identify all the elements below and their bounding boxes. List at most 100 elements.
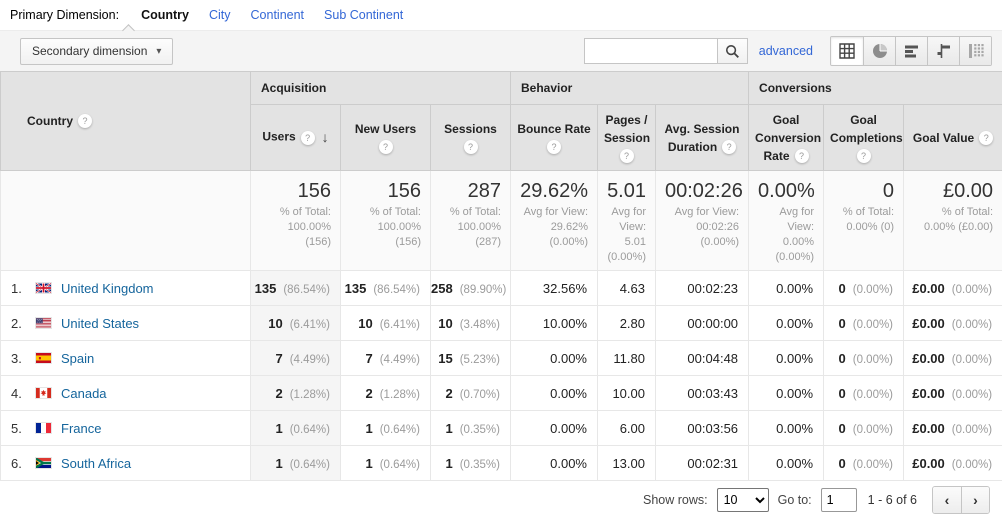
sessions-cell: 1(0.35%) — [431, 411, 511, 446]
help-icon[interactable]: ? — [78, 114, 92, 128]
users-cell: 7(4.49%) — [251, 341, 341, 376]
help-icon[interactable]: ? — [857, 149, 871, 163]
new-users-cell: 1(0.64%) — [341, 411, 431, 446]
tab-continent[interactable]: Continent — [251, 8, 305, 22]
bounce-rate-cell: 10.00% — [511, 306, 598, 341]
pivot-view-button[interactable] — [959, 37, 991, 65]
bounce-rate-cell: 32.56% — [511, 271, 598, 306]
row-rank: 4. — [11, 386, 35, 401]
column-header-goal-value[interactable]: Goal Value? — [904, 105, 1002, 171]
users-cell: 1(0.64%) — [251, 446, 341, 481]
country-link[interactable]: France — [61, 421, 101, 436]
goal-value-cell: £0.00(0.00%) — [904, 446, 1002, 481]
caret-down-icon: ▾ — [156, 46, 161, 57]
users-cell: 1(0.64%) — [251, 411, 341, 446]
pages-session-cell: 10.00 — [598, 376, 656, 411]
country-cell: 5.France — [1, 411, 251, 446]
avg-duration-cell: 00:04:48 — [656, 341, 749, 376]
column-header-country[interactable]: Country? — [1, 72, 251, 171]
show-rows-select[interactable]: 10 — [717, 488, 769, 512]
goal-conv-rate-cell: 0.00% — [749, 376, 824, 411]
percentage-view-button[interactable] — [863, 37, 895, 65]
country-link[interactable]: United States — [61, 316, 139, 331]
group-header-acquisition: Acquisition — [251, 72, 511, 105]
pager: ‹ › — [932, 486, 990, 514]
primary-dimension-bar: Primary Dimension: Country City Continen… — [0, 0, 1002, 30]
comparison-view-button[interactable] — [927, 37, 959, 65]
help-icon[interactable]: ? — [464, 140, 478, 154]
gb-flag-icon — [35, 282, 52, 294]
help-icon[interactable]: ? — [979, 131, 993, 145]
goal-value-cell: £0.00(0.00%) — [904, 306, 1002, 341]
users-cell: 10(6.41%) — [251, 306, 341, 341]
performance-view-button[interactable] — [895, 37, 927, 65]
comparison-icon — [936, 43, 952, 59]
secondary-dimension-label: Secondary dimension — [32, 44, 147, 58]
bounce-rate-cell: 0.00% — [511, 376, 598, 411]
avg-duration-cell: 00:03:56 — [656, 411, 749, 446]
table-row: 1.United Kingdom135(86.54%)135(86.54%)25… — [1, 271, 1002, 306]
help-icon[interactable]: ? — [620, 149, 634, 163]
column-header-goal-completions[interactable]: Goal Completions? — [824, 105, 904, 171]
avg-duration-cell: 00:02:23 — [656, 271, 749, 306]
summary-goal-value-cell: £0.00 % of Total: 0.00% (£0.00) — [904, 171, 1002, 271]
goal-completions-cell: 0(0.00%) — [824, 411, 904, 446]
us-flag-icon — [35, 317, 52, 329]
country-link[interactable]: South Africa — [61, 456, 131, 471]
column-header-bounce-rate[interactable]: Bounce Rate? — [511, 105, 598, 171]
fr-flag-icon — [35, 422, 52, 434]
view-toggle-group — [830, 36, 992, 66]
new-users-cell: 2(1.28%) — [341, 376, 431, 411]
row-rank: 6. — [11, 456, 35, 471]
column-header-users[interactable]: Users?↓ — [251, 105, 341, 171]
bounce-rate-cell: 0.00% — [511, 341, 598, 376]
column-header-sessions[interactable]: Sessions? — [431, 105, 511, 171]
country-link[interactable]: United Kingdom — [61, 281, 154, 296]
tab-city[interactable]: City — [209, 8, 231, 22]
summary-dimension-cell — [1, 171, 251, 271]
tab-country[interactable]: Country — [141, 8, 189, 22]
new-users-cell: 1(0.64%) — [341, 446, 431, 481]
previous-page-button[interactable]: ‹ — [933, 487, 961, 513]
help-icon[interactable]: ? — [379, 140, 393, 154]
column-header-goal-conversion-rate[interactable]: Goal Conversion Rate? — [749, 105, 824, 171]
summary-sessions-cell: 287 % of Total: 100.00% (287) — [431, 171, 511, 271]
search-button[interactable] — [717, 38, 748, 64]
row-rank: 3. — [11, 351, 35, 366]
sessions-cell: 1(0.35%) — [431, 446, 511, 481]
country-link[interactable]: Spain — [61, 351, 94, 366]
country-cell: 6. South Africa — [1, 446, 251, 481]
sort-descending-icon[interactable]: ↓ — [322, 129, 329, 145]
table-view-button[interactable] — [831, 37, 863, 65]
za-flag-icon — [35, 457, 52, 469]
country-cell: 4. Canada — [1, 376, 251, 411]
country-link[interactable]: Canada — [61, 386, 107, 401]
next-page-button[interactable]: › — [961, 487, 989, 513]
column-header-pages-session[interactable]: Pages / Session? — [598, 105, 656, 171]
secondary-dimension-button[interactable]: Secondary dimension ▾ — [20, 38, 173, 65]
analytics-table: Country? Acquisition Behavior Conversion… — [0, 71, 1002, 481]
advanced-search-link[interactable]: advanced — [759, 44, 813, 58]
help-icon[interactable]: ? — [301, 131, 315, 145]
sessions-cell: 10(3.48%) — [431, 306, 511, 341]
sessions-cell: 15(5.23%) — [431, 341, 511, 376]
table-toolbar: Secondary dimension ▾ advanced — [0, 30, 1002, 71]
goal-conv-rate-cell: 0.00% — [749, 411, 824, 446]
search-icon — [725, 44, 740, 59]
column-header-new-users[interactable]: New Users? — [341, 105, 431, 171]
help-icon[interactable]: ? — [722, 140, 736, 154]
goal-value-cell: £0.00(0.00%) — [904, 376, 1002, 411]
search-input[interactable] — [584, 38, 717, 64]
avg-duration-cell: 00:02:31 — [656, 446, 749, 481]
help-icon[interactable]: ? — [795, 149, 809, 163]
bar-chart-icon — [904, 43, 920, 59]
column-header-avg-session-duration[interactable]: Avg. Session Duration? — [656, 105, 749, 171]
pages-session-cell: 4.63 — [598, 271, 656, 306]
summary-avg-duration-cell: 00:02:26 Avg for View: 00:02:26 (0.00%) — [656, 171, 749, 271]
new-users-cell: 135(86.54%) — [341, 271, 431, 306]
pages-session-cell: 11.80 — [598, 341, 656, 376]
tab-sub-continent[interactable]: Sub Continent — [324, 8, 403, 22]
help-icon[interactable]: ? — [547, 140, 561, 154]
goto-page-input[interactable] — [821, 488, 857, 512]
table-footer: Show rows: 10 Go to: 1 - 6 of 6 ‹ › — [0, 481, 1002, 518]
